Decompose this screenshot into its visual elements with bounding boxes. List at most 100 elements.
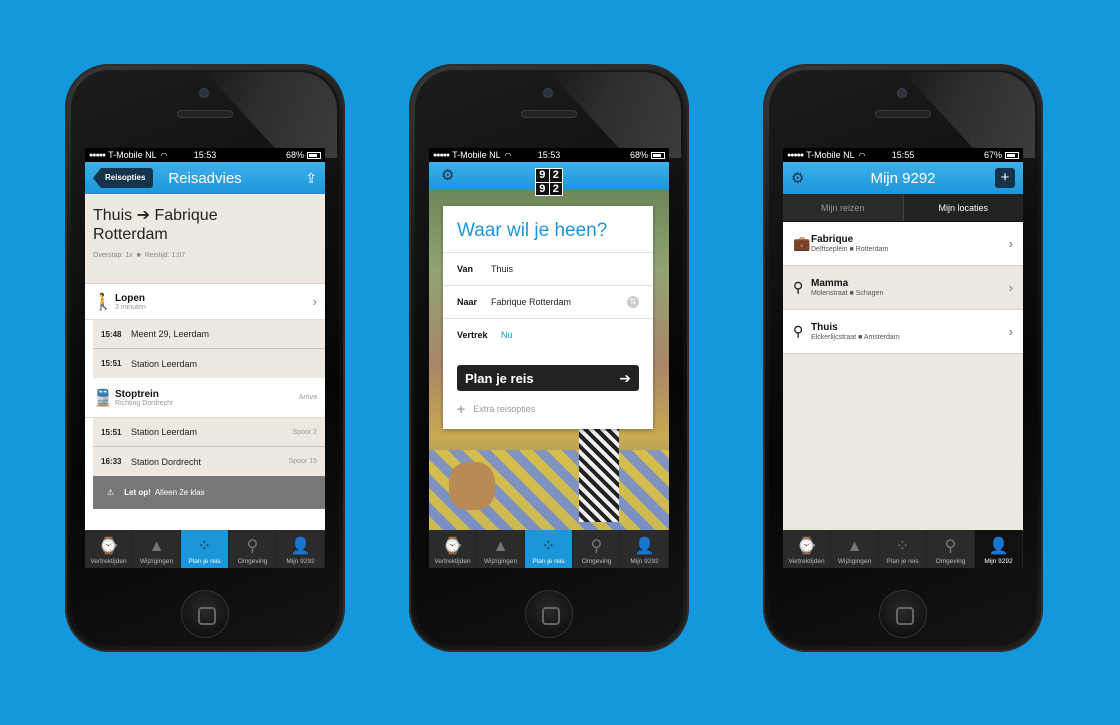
pin-icon: ⚲ [246,538,259,555]
list-item[interactable]: ⚲ Thuis Elckerlijcstraat ■ Amsterdam › [783,310,1023,354]
route-from: Thuis [93,207,133,224]
tab-wijzigingen[interactable]: ▲ Wijzigingen [477,530,525,568]
route-icon: ⁘ [197,538,212,555]
vertrek-field[interactable]: Vertrek Nu [443,318,653,351]
plan-je-reis-button[interactable]: Plan je reis ➔ [457,365,639,391]
chevron-right-icon: › [1008,280,1013,295]
screen-reisadvies: ●●●●● T-Mobile NL ◠ 15:53 68% Reisopties… [85,148,325,568]
tab-mijn-locaties[interactable]: Mijn locaties [902,194,1023,221]
phone-2: ●●●●● T-Mobile NL ◠ 15:53 68% ⚙ 9 2 9 2 … [409,64,689,652]
person-icon: 👤 [988,538,1009,555]
train-direction: Richting Dordrecht [115,399,173,407]
van-field[interactable]: Van Thuis [443,252,653,285]
tab-plan-je-reis[interactable]: ⁘ Plan je reis [879,530,927,568]
cone-icon: ▲ [148,538,165,555]
clock: 15:55 [891,150,915,160]
camera [897,88,907,98]
tab-mijn-9292[interactable]: 👤 Mijn 9292 [621,530,669,568]
walk-segment[interactable]: 🚶 Lopen 3 minuten › [85,284,325,320]
list-item[interactable]: 💼 Fabrique Delftseplein ■ Rotterdam › [783,222,1023,266]
phone-3: ●●●●● T-Mobile NL ◠ 15:55 67% ⚙ Mijn 929… [763,64,1043,652]
arrow-right-icon: ➔ [136,207,150,224]
list-item[interactable]: ⚲ Mamma Molenstraat ■ Schagen › [783,266,1023,310]
page-title: Mijn 9292 [870,169,936,187]
pin-icon: ⚲ [793,279,804,295]
nav-bar: Reisopties Reisadvies ⇪ [85,162,325,194]
tab-bar: ⌚ Vertrektijden ▲ Wijzigingen ⁘ Plan je rei… [783,530,1023,568]
camera [543,88,553,98]
tab-plan-je-reis[interactable]: ⁘ Plan je reis [525,530,573,568]
train-segment[interactable]: 🚆 Stoptrein Richting Dordrecht Arriva [85,378,325,418]
train-icon: 🚆 [93,389,113,407]
plus-icon: + [457,401,466,417]
chevron-right-icon: › [1008,236,1013,251]
speaker [177,110,233,118]
extra-reisopties-link[interactable]: + Extra reisopties [443,401,653,417]
plan-heading: Waar wil je heen? [457,220,608,241]
train-operator: Arriva [298,394,317,401]
home-button[interactable] [181,590,229,638]
back-button[interactable]: Reisopties [93,168,154,188]
speaker [521,110,577,118]
camera [199,88,209,98]
gear-icon[interactable]: ⚙ [441,166,454,184]
person-icon: 👤 [634,538,655,555]
swap-icon[interactable]: ⇅ [627,296,639,308]
pin-icon: ⚲ [590,538,603,555]
chevron-right-icon: › [1008,324,1013,339]
person-icon: 👤 [290,538,311,555]
stop-row: 15:51 Station Leerdam Spoor 2 [93,418,325,447]
tab-mijn-reizen[interactable]: Mijn reizen [783,194,903,221]
cone-icon: ▲ [492,538,509,555]
tab-bar: ⌚ Vertrektijden ▲ Wijzigingen ⁘ Plan je rei… [85,530,325,568]
clock-icon: ⌚ [796,538,817,555]
home-button[interactable] [525,590,573,638]
clock-icon: ⌚ [98,538,119,555]
arrow-right-icon: ➔ [619,369,631,386]
stop-row: 15:51 Station Leerdam [93,349,325,378]
tab-wijzigingen[interactable]: ▲ Wijzigingen [133,530,181,568]
pin-icon: ⚲ [793,323,804,339]
status-bar: ●●●●● T-Mobile NL ◠ 15:53 68% [429,148,669,162]
tab-bar: ⌚ Vertrektijden ▲ Wijzigingen ⁘ Plan je rei… [429,530,669,568]
route-icon: ⁘ [541,538,556,555]
share-icon[interactable]: ⇪ [305,170,317,187]
route-to: Fabrique [154,207,218,224]
battery-icon [307,151,321,159]
walk-title: Lopen [115,292,145,304]
cone-icon: ▲ [846,538,863,555]
plan-card: Waar wil je heen? Van Thuis Naar Fabriqu… [443,206,653,429]
tab-vertrektijden[interactable]: ⌚ Vertrektijden [85,530,133,568]
route-icon: ⁘ [895,538,910,555]
battery-icon [651,151,665,159]
chevron-right-icon: › [312,294,317,309]
tab-wijzigingen[interactable]: ▲ Wijzigingen [831,530,879,568]
pin-icon: ⚲ [944,538,957,555]
speaker [875,110,931,118]
tab-plan-je-reis[interactable]: ⁘ Plan je reis [181,530,229,568]
add-location-button[interactable]: + [995,168,1015,188]
clock-icon: ⌚ [442,538,463,555]
tab-vertrektijden[interactable]: ⌚ Vertrektijden [783,530,831,568]
naar-field[interactable]: Naar Fabrique Rotterdam ⇅ [443,285,653,318]
tab-mijn-9292[interactable]: 👤 Mijn 9292 [277,530,325,568]
route-to-city: Rotterdam [93,226,168,243]
tab-omgeving[interactable]: ⚲ Omgeving [573,530,621,568]
tab-mijn-9292[interactable]: 👤 Mijn 9292 [975,530,1023,568]
locations-list: 💼 Fabrique Delftseplein ■ Rotterdam › ⚲ … [783,222,1023,552]
phone-1: ●●●●● T-Mobile NL ◠ 15:53 68% Reisopties… [65,64,345,652]
stop-row: 16:33 Station Dordrecht Spoor 15 [93,447,325,476]
clock: 15:53 [193,150,217,160]
tab-vertrektijden[interactable]: ⌚ Vertrektijden [429,530,477,568]
gear-icon[interactable]: ⚙ [791,169,804,187]
notice-banner: ⚠ Let op! Alleen 2e klas [93,476,325,509]
route-summary: Thuis ➔ Fabrique Rotterdam Overstap: 1x … [85,194,325,284]
home-button[interactable] [879,590,927,638]
tab-omgeving[interactable]: ⚲ Omgeving [927,530,975,568]
segmented-control: Mijn reizen Mijn locaties [783,194,1023,222]
nav-bar: ⚙ Mijn 9292 + [783,162,1023,194]
tab-omgeving[interactable]: ⚲ Omgeving [229,530,277,568]
logo-9292: 9 2 9 2 [535,168,563,196]
screen-mijn-9292: ●●●●● T-Mobile NL ◠ 15:55 67% ⚙ Mijn 929… [783,148,1023,568]
train-title: Stoptrein [115,388,159,400]
